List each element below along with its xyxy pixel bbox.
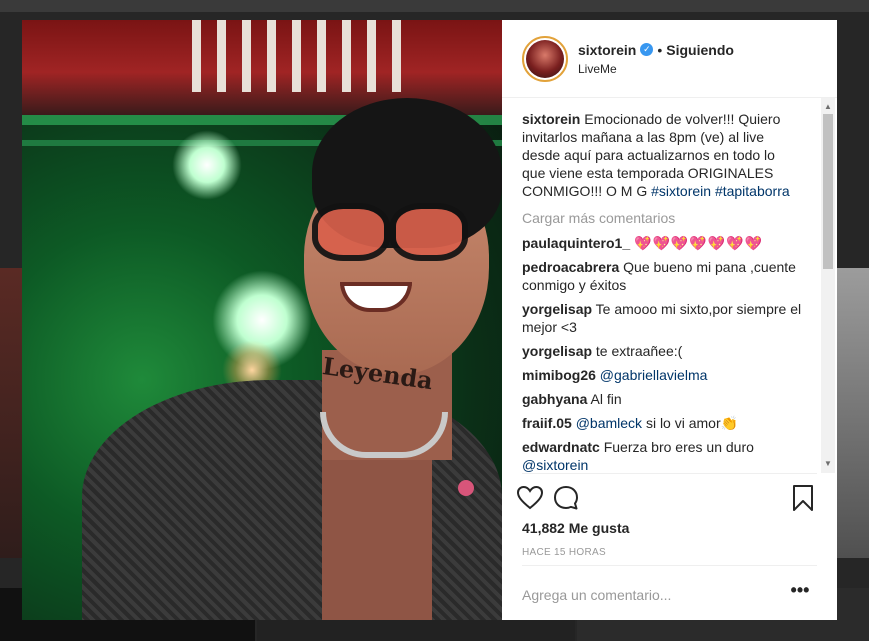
top-bar	[0, 0, 869, 12]
avatar-image	[526, 39, 564, 78]
save-bookmark-icon[interactable]	[789, 484, 817, 512]
comment-item: edwardnatc Fuerza bro eres un duro @sixt…	[522, 438, 802, 473]
post-header: sixtorein ✓ • Siguiendo LiveMe	[502, 20, 837, 98]
likes-number: 41,882	[522, 520, 565, 536]
background-post-right	[837, 268, 869, 558]
comments-scrollbar[interactable]: ▲ ▼	[821, 98, 835, 473]
caption-username[interactable]: sixtorein	[522, 111, 580, 127]
comment-item: mimibog26 @gabriellavielma	[522, 366, 802, 384]
hashtag-link[interactable]: #tapitaborra	[715, 183, 790, 199]
caption: sixtorein Emocionado de volver!!! Quiero…	[522, 110, 802, 200]
mention-link[interactable]: @gabriellavielma	[600, 367, 708, 383]
person-chest	[322, 440, 432, 620]
post-timestamp[interactable]: HACE 15 HORAS	[522, 547, 606, 558]
verified-badge-icon: ✓	[640, 43, 654, 56]
comments-section[interactable]: sixtorein Emocionado de volver!!! Quiero…	[502, 98, 837, 473]
header-username[interactable]: sixtorein	[578, 42, 636, 58]
post-modal: Leyenda sixtorein ✓ • Siguiendo LiveMe s…	[22, 20, 837, 620]
comment-username[interactable]: edwardnatc	[522, 439, 600, 455]
comment-text: Fuerza bro eres un duro	[603, 439, 754, 455]
comments-list: sixtorein Emocionado de volver!!! Quiero…	[522, 110, 802, 473]
comment-username[interactable]: mimibog26	[522, 367, 596, 383]
comment-text: 💖💖💖💖💖💖💖	[634, 235, 764, 251]
comment-input[interactable]	[522, 584, 762, 606]
avatar[interactable]	[522, 35, 568, 82]
following-button[interactable]: Siguiendo	[666, 42, 734, 58]
comment-item: fraiif.05 @bamleck si lo vi amor👏	[522, 414, 802, 432]
stage-column	[342, 20, 351, 92]
post-actions: 41,882 Me gusta HACE 15 HORAS	[502, 473, 837, 588]
scroll-up-arrow-icon[interactable]: ▲	[821, 100, 835, 114]
comment-text: te extraañee:(	[595, 343, 683, 359]
stage-column	[317, 20, 326, 92]
stage-column	[217, 20, 226, 92]
stage-column	[392, 20, 401, 92]
comment-item: pedroacabrera Que bueno mi pana ,cuente …	[522, 258, 802, 294]
scroll-down-arrow-icon[interactable]: ▼	[821, 457, 835, 471]
jacket-pin	[458, 480, 474, 496]
stage-column	[242, 20, 251, 92]
divider	[522, 565, 817, 566]
comment-username[interactable]: fraiif.05	[522, 415, 572, 431]
post-photo[interactable]: Leyenda	[22, 20, 502, 620]
stage-column	[367, 20, 376, 92]
likes-count[interactable]: 41,882 Me gusta	[522, 520, 629, 536]
more-options-icon[interactable]: •••	[788, 581, 812, 603]
comment-username[interactable]: paulaquintero1_	[522, 235, 630, 251]
mention-link[interactable]: @bamleck	[576, 415, 642, 431]
comment-text: si lo vi amor👏	[645, 415, 739, 431]
sunglasses-lens-left	[312, 203, 390, 261]
comment-item: yorgelisap Te amooo mi sixto,por siempre…	[522, 300, 802, 336]
sunglasses-lens-right	[390, 203, 468, 261]
comment-item: gabhyana Al fin	[522, 390, 802, 408]
comment-username[interactable]: pedroacabrera	[522, 259, 619, 275]
stage-column	[267, 20, 276, 92]
comment-username[interactable]: yorgelisap	[522, 343, 592, 359]
comment-text: Al fin	[590, 391, 622, 407]
comment-item: paulaquintero1_ 💖💖💖💖💖💖💖	[522, 234, 802, 252]
like-heart-icon[interactable]	[516, 484, 544, 512]
likes-label: Me gusta	[568, 520, 630, 536]
stage-light-glow	[172, 130, 242, 200]
add-comment-section: •••	[502, 573, 837, 620]
post-side-panel: sixtorein ✓ • Siguiendo LiveMe sixtorein…	[502, 20, 837, 620]
comment-item: yorgelisap te extraañee:(	[522, 342, 802, 360]
comment-username[interactable]: gabhyana	[522, 391, 587, 407]
comment-bubble-icon[interactable]	[552, 484, 580, 512]
hashtag-link[interactable]: #sixtorein	[651, 183, 711, 199]
comment-username[interactable]: yorgelisap	[522, 301, 592, 317]
mention-link[interactable]: @sixtorein	[522, 457, 588, 473]
scrollbar-thumb[interactable]	[823, 114, 833, 269]
stage-column	[292, 20, 301, 92]
stage-column	[192, 20, 201, 92]
background-post-left	[0, 268, 22, 558]
header-text: sixtorein ✓ • Siguiendo LiveMe	[578, 42, 734, 76]
location-link[interactable]: LiveMe	[578, 62, 734, 76]
header-separator: •	[657, 41, 663, 58]
load-more-comments-button[interactable]: Cargar más comentarios	[522, 210, 802, 226]
